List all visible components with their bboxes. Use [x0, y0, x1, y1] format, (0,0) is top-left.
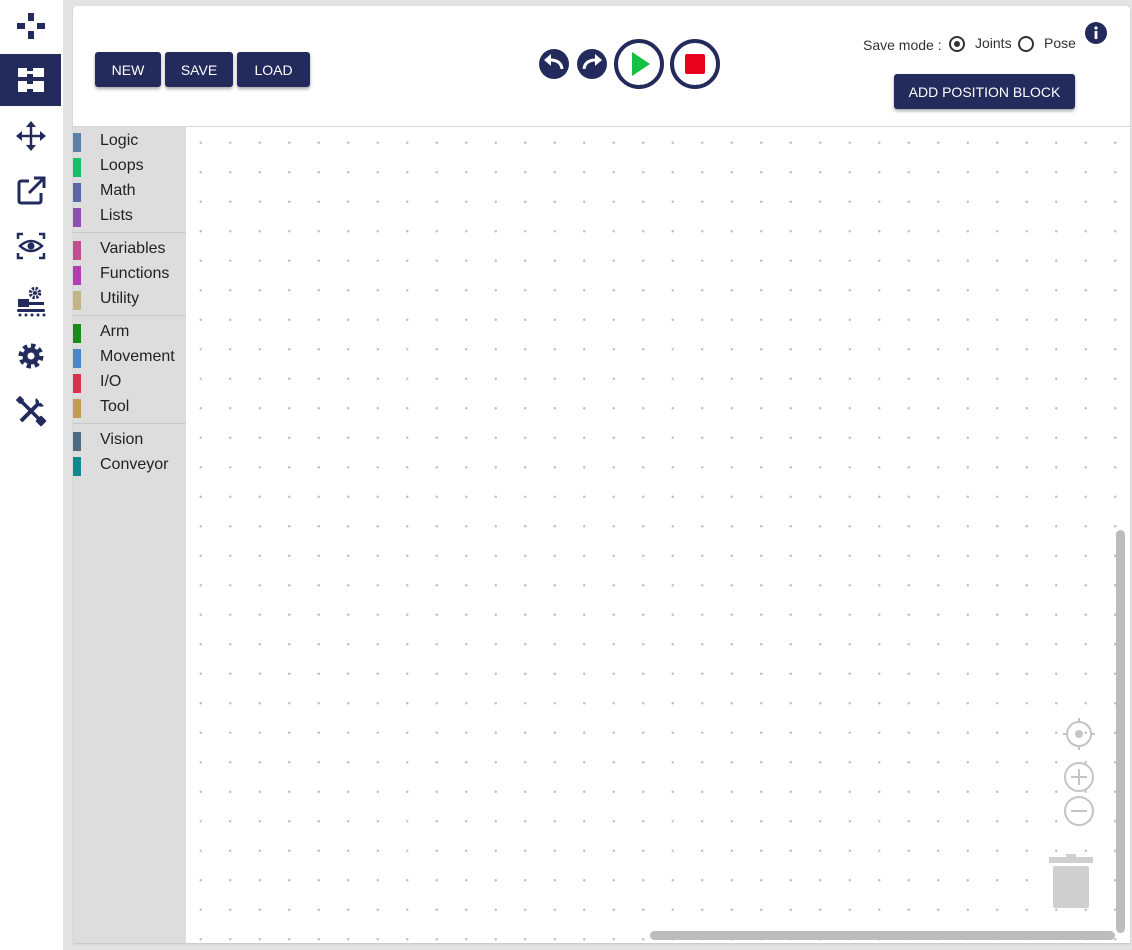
horizontal-scrollbar[interactable]	[650, 931, 1115, 940]
nav-gamepad[interactable]	[0, 0, 61, 52]
category-label: Utility	[100, 290, 140, 307]
category-label: Math	[100, 182, 136, 199]
nav-conveyor[interactable]	[0, 275, 61, 327]
category-tool[interactable]: Tool	[73, 396, 186, 421]
conveyor-gear-icon	[16, 286, 45, 317]
category-label: Arm	[100, 323, 130, 340]
vertical-scrollbar[interactable]	[1116, 530, 1125, 933]
category-functions[interactable]: Functions	[73, 263, 186, 288]
info-icon[interactable]	[1085, 22, 1107, 44]
category-swatch	[73, 349, 81, 368]
nav-external[interactable]	[0, 165, 61, 217]
category-swatch	[73, 291, 81, 310]
category-utility[interactable]: Utility	[73, 288, 186, 313]
category-label: I/O	[100, 373, 122, 390]
blocks-puzzle-icon	[17, 68, 44, 92]
nav-settings[interactable]	[0, 330, 61, 382]
joints-label: Joints	[975, 35, 1012, 51]
category-label: Tool	[100, 398, 130, 415]
category-label: Variables	[100, 240, 166, 257]
category-swatch	[73, 183, 81, 202]
category-vision[interactable]: Vision	[73, 429, 186, 454]
category-swatch	[73, 241, 81, 260]
category-label: Loops	[100, 157, 144, 174]
zoom-out-icon[interactable]	[1063, 795, 1095, 827]
category-io[interactable]: I/O	[73, 371, 186, 396]
trash-icon[interactable]	[1049, 852, 1093, 910]
category-swatch	[73, 208, 81, 227]
nav-tools[interactable]	[0, 385, 61, 437]
new-button[interactable]: NEW	[95, 52, 161, 87]
category-label: Vision	[100, 431, 144, 448]
category-label: Lists	[100, 207, 133, 224]
category-logic[interactable]: Logic	[73, 130, 186, 155]
category-swatch	[73, 266, 81, 285]
toolbar: NEW SAVE LOAD Save mode : Joints Pose AD…	[73, 6, 1130, 127]
play-icon[interactable]	[614, 39, 664, 89]
category-swatch	[73, 158, 81, 177]
category-label: Functions	[100, 265, 170, 282]
recenter-icon[interactable]	[1063, 718, 1095, 750]
toolbox-separator	[73, 232, 186, 233]
category-swatch	[73, 432, 81, 451]
nav-blocks[interactable]	[0, 54, 61, 106]
category-conveyor[interactable]: Conveyor	[73, 454, 186, 479]
category-loops[interactable]: Loops	[73, 155, 186, 180]
tools-icon	[15, 395, 46, 427]
move-arrows-icon	[15, 121, 46, 151]
category-swatch	[73, 399, 81, 418]
category-label: Conveyor	[100, 456, 169, 473]
category-math[interactable]: Math	[73, 180, 186, 205]
load-button[interactable]: LOAD	[237, 52, 310, 87]
main-panel: NEW SAVE LOAD Save mode : Joints Pose AD…	[73, 6, 1130, 943]
category-swatch	[73, 324, 81, 343]
save-mode-label: Save mode :	[863, 37, 942, 53]
pose-label: Pose	[1044, 35, 1076, 51]
category-swatch	[73, 457, 81, 476]
sidebar	[0, 0, 63, 950]
undo-icon[interactable]	[538, 48, 570, 80]
toolbox-separator	[73, 315, 186, 316]
category-swatch	[73, 374, 81, 393]
redo-icon[interactable]	[576, 48, 608, 80]
block-toolbox: Logic Loops Math Lists Variables Functio…	[73, 127, 186, 943]
stop-icon[interactable]	[670, 39, 720, 89]
category-lists[interactable]: Lists	[73, 205, 186, 230]
settings-gear-icon	[18, 343, 43, 369]
category-variables[interactable]: Variables	[73, 238, 186, 263]
add-position-block-button[interactable]: ADD POSITION BLOCK	[894, 74, 1075, 109]
category-movement[interactable]: Movement	[73, 346, 186, 371]
nav-vision[interactable]	[0, 220, 61, 272]
nav-move[interactable]	[0, 110, 61, 162]
gamepad-icon	[16, 13, 45, 39]
joints-radio[interactable]	[949, 36, 965, 52]
external-link-icon	[17, 176, 45, 205]
pose-radio[interactable]	[1018, 36, 1034, 52]
vision-eye-icon	[16, 232, 45, 260]
zoom-in-icon[interactable]	[1063, 761, 1095, 793]
category-arm[interactable]: Arm	[73, 321, 186, 346]
toolbox-separator	[73, 423, 186, 424]
block-workspace[interactable]	[186, 127, 1130, 943]
category-swatch	[73, 133, 81, 152]
category-label: Movement	[100, 348, 175, 365]
category-label: Logic	[100, 132, 139, 149]
save-button[interactable]: SAVE	[165, 52, 233, 87]
